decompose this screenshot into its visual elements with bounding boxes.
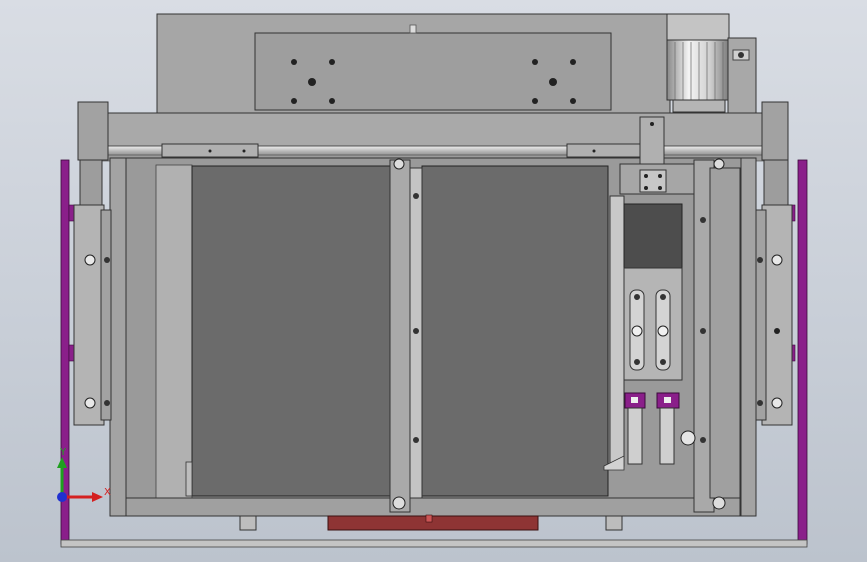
base-plate-edge	[60, 539, 808, 548]
top-back-plate	[156, 13, 671, 115]
right-vertical-rail	[693, 158, 741, 513]
top-crossbeam	[77, 112, 789, 162]
right-linear-modules	[755, 159, 793, 426]
bottom-feet	[239, 514, 623, 531]
cad-viewport[interactable]: Y X	[0, 0, 867, 562]
servo-motor	[666, 13, 757, 114]
left-linear-modules	[73, 159, 112, 426]
y-axis-label: Y	[59, 447, 67, 458]
center-vertical-rail	[389, 158, 423, 513]
z-axis-dot	[57, 492, 67, 502]
assembly-drawing: Y X	[57, 13, 808, 548]
x-axis-label: X	[104, 487, 111, 498]
